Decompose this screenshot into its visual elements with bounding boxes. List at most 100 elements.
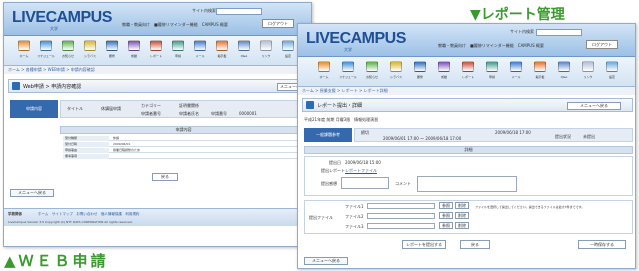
grade-icon[interactable] [128, 40, 140, 51]
info-icon[interactable] [62, 40, 74, 51]
search-label: サイト内検索 [192, 8, 216, 13]
row-value: 授業日程調整のため [113, 148, 141, 152]
footer-links[interactable]: ホーム サイトマップ お問い合わせ 個人情報保護 利用規約 [38, 212, 139, 217]
submitted-report-link[interactable]: レポートファイル [345, 168, 377, 174]
icon-label: Q&A [560, 75, 568, 79]
application-number-value: 0000001 [239, 111, 257, 116]
setting-icon[interactable] [606, 61, 618, 72]
file-upload-note: ファイルを選択して提出してください。提出できるファイルは最大3件までです。 [475, 205, 585, 209]
title-column-header: タイトル [67, 106, 83, 111]
icon-label: Q&A [240, 54, 248, 58]
category-column-value: 証明書関係 [179, 103, 199, 108]
info-icon[interactable] [366, 61, 378, 72]
category-column-header: カテゴリー [141, 103, 161, 108]
submit-report-button[interactable]: レポートを提出する [402, 240, 446, 249]
file1-label: ファイル1 [345, 204, 364, 209]
page-title-icon [306, 101, 314, 109]
file1-delete-button[interactable]: 削除 [455, 202, 469, 209]
comment-label: コメント [395, 181, 411, 186]
home-icon[interactable] [318, 61, 330, 72]
icon-label: 履修 [108, 54, 115, 58]
course-icon[interactable] [414, 61, 426, 72]
icon-label: 設定 [284, 54, 291, 58]
header-links[interactable]: 教職・教員向け ■履修リマインダー機能 CAMPUS 概要 [122, 22, 228, 28]
link-icon[interactable] [582, 61, 594, 72]
comment-textarea[interactable] [417, 176, 517, 192]
site-header: LIVECAMPUS 大学 サイト内検索 教職・教員向け ■履修リマインダー機能… [4, 3, 311, 36]
icon-label: 掲示板 [217, 54, 227, 58]
syllabus-icon[interactable] [390, 61, 402, 72]
logo-subtitle: 大学 [50, 26, 58, 31]
table-row: 申請事由 授業日程調整のため [63, 148, 310, 153]
icon-label: ホーム [319, 75, 329, 79]
icon-label: スケジュール [37, 54, 55, 58]
title-column-value: 休講届申請 [101, 106, 121, 111]
search-input[interactable] [216, 8, 262, 15]
file2-input[interactable] [367, 213, 435, 219]
submitted-at-label: 提出日 [329, 160, 341, 165]
mail-icon[interactable] [194, 40, 206, 51]
back-button[interactable]: 戻る [152, 173, 178, 181]
applicant-name-label: 申請者氏名 [179, 111, 199, 116]
course-icon[interactable] [106, 40, 118, 51]
report-icon[interactable] [462, 61, 474, 72]
file3-input[interactable] [367, 223, 435, 229]
grade-icon[interactable] [438, 61, 450, 72]
syllabus-icon[interactable] [84, 40, 96, 51]
save-draft-button[interactable]: 一時保存する [578, 240, 626, 249]
application-summary-table: タイトル 休講届申請 カテゴリー 証明書関係 申請者番号 申請者氏名 申請番号 … [60, 100, 307, 118]
icon-label: お知らせ [366, 75, 378, 79]
home-icon[interactable] [18, 40, 30, 51]
file3-delete-button[interactable]: 削除 [455, 222, 469, 229]
icon-label: 申請 [174, 54, 181, 58]
return-to-menu-link[interactable]: メニューへ戻る [304, 257, 348, 265]
detail-table: 提出日 2009/06/18 15:00 提出レポート レポートファイル 提出感… [304, 156, 633, 196]
apply-icon[interactable] [172, 40, 184, 51]
logout-button[interactable]: ログアウト [586, 40, 618, 49]
return-to-menu-link[interactable]: メニューへ戻る [10, 189, 54, 197]
mail-icon[interactable] [510, 61, 522, 72]
impressions-label: 提出感想 [321, 181, 337, 186]
qa-icon[interactable] [558, 61, 570, 72]
icon-label: 掲示板 [535, 75, 545, 79]
submitted-at-value: 2009/06/18 15:00 [345, 160, 381, 165]
link-icon[interactable] [260, 40, 272, 51]
report-management-window: LIVECAMPUS 大学 サイト内検索 教職・教員向け ■履修リマインダー機能… [297, 23, 636, 269]
table-row: 備考事項 [63, 154, 310, 159]
file-upload-label: 提出ファイル [309, 215, 333, 220]
page-title: レポート提出・詳細 [317, 103, 363, 109]
schedule-icon[interactable] [342, 61, 354, 72]
breadcrumb: ホーム > 各種申請 > WEB申請 > 申請内容確認 [4, 66, 311, 74]
menu-button[interactable]: メニューへ戻る [567, 102, 621, 110]
impressions-textarea[interactable] [341, 177, 389, 189]
site-header: LIVECAMPUS 大学 サイト内検索 教職・教員向け ■履修リマインダー機能… [298, 24, 635, 57]
icon-label: 設定 [608, 75, 615, 79]
bbs-icon[interactable] [216, 40, 228, 51]
report-icon[interactable] [150, 40, 162, 51]
setting-icon[interactable] [282, 40, 294, 51]
apply-icon[interactable] [486, 61, 498, 72]
search-input[interactable] [536, 29, 582, 36]
file1-browse-button[interactable]: 参照 [439, 202, 453, 209]
bbs-icon[interactable] [534, 61, 546, 72]
file2-delete-button[interactable]: 削除 [455, 212, 469, 219]
footer-label: 学務関係 [8, 212, 22, 216]
icon-label: メール [511, 75, 521, 79]
row-value: 2009/06/01 [113, 142, 131, 146]
schedule-icon[interactable] [40, 40, 52, 51]
icon-label: お知らせ [62, 54, 74, 58]
report-summary-table: 締切 2009/06/18 17:00 2009/06/01 17:00 ～ 2… [354, 128, 633, 142]
logout-button[interactable]: ログアウト [262, 19, 294, 28]
qa-icon[interactable] [238, 40, 250, 51]
web-application-caption: ▲ＷＥＢ申請 [4, 252, 109, 270]
file3-browse-button[interactable]: 参照 [439, 222, 453, 229]
logo-subtitle: 大学 [344, 47, 352, 52]
back-button[interactable]: 戻る [460, 240, 490, 249]
icon-label: シラバス [390, 75, 402, 79]
file1-input[interactable] [367, 203, 435, 209]
application-tab[interactable]: 申請内容 [10, 100, 58, 118]
icon-navigation-bar: ホーム スケジュール お知らせ シラバス 履修 成績 レポート 申請 メール 掲示板 Q&A リンク 設… [4, 36, 311, 66]
header-links[interactable]: 教職・教員向け ■履修リマインダー機能 CAMPUS 概要 [438, 43, 544, 49]
icon-label: 履修 [416, 75, 423, 79]
file2-browse-button[interactable]: 参照 [439, 212, 453, 219]
